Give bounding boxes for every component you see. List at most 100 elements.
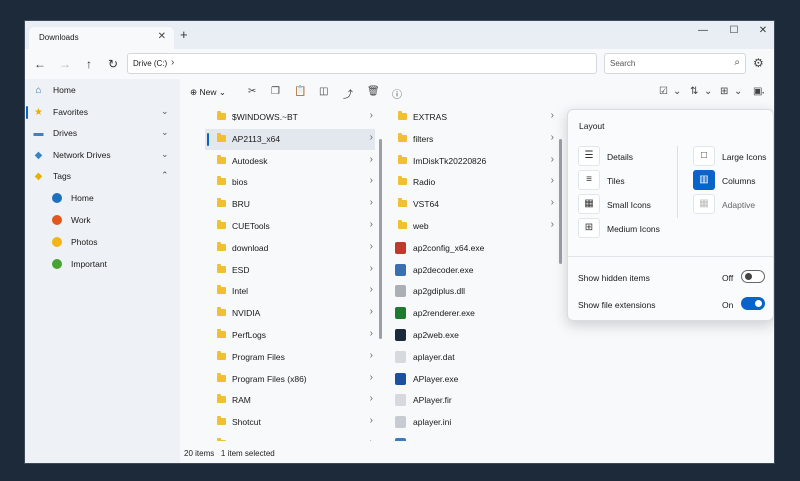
column-scrollbar[interactable] <box>379 139 382 339</box>
column-scrollbar[interactable] <box>559 139 562 264</box>
folder-row[interactable]: VST64 › <box>386 194 556 215</box>
chevron-right-icon: › <box>369 175 373 187</box>
up-button[interactable]: ↑ <box>82 57 96 71</box>
sidebar-item-tags[interactable]: ◆ Tags ⌃ <box>25 167 180 187</box>
layout-option-columns[interactable]: ▥ Columns <box>693 170 774 192</box>
tag-color-dot <box>52 259 62 269</box>
folder-row[interactable]: Intel › <box>205 281 375 302</box>
layout-icon[interactable]: ⊞ <box>720 86 728 97</box>
layout-option-label: Medium Icons <box>607 224 660 234</box>
layout-option-large-icons[interactable]: □ Large Icons <box>693 146 774 168</box>
copy-icon[interactable]: ❐ <box>271 86 280 97</box>
refresh-button[interactable]: ↻ <box>106 57 120 71</box>
file-row[interactable]: ap2renderer.exe <box>386 303 556 324</box>
tag-item-work[interactable]: Work <box>25 211 180 231</box>
folder-row[interactable]: Program Files › <box>205 347 375 368</box>
tag-item-important[interactable]: Important <box>25 255 180 275</box>
maximize-button[interactable]: ☐ <box>726 25 742 36</box>
layout-chevron-icon[interactable]: ⌄ <box>734 86 742 97</box>
folder-row[interactable]: ImDiskTk20220826 › <box>386 151 556 172</box>
layout-option-details[interactable]: ☰ Details <box>578 146 678 168</box>
sidebar-item-network-drives[interactable]: ◆ Network Drives ⌄ <box>25 146 180 166</box>
expand-chevron-icon[interactable]: ⌃ <box>161 170 169 181</box>
folder-row[interactable]: NVIDIA › <box>205 303 375 324</box>
new-button[interactable]: ⊕ New ⌄ <box>190 87 226 98</box>
sort-chevron-icon[interactable]: ⌄ <box>704 86 712 97</box>
settings-gear-icon[interactable]: ⚙ <box>753 56 764 70</box>
file-row[interactable]: aplayer.dat <box>386 347 556 368</box>
folder-row[interactable]: Autodesk › <box>205 151 375 172</box>
path-chevron-icon[interactable]: › <box>171 57 174 68</box>
file-row[interactable]: aplayer.x64 <box>386 434 556 441</box>
file-row[interactable]: ap2config_x64.exe <box>386 238 556 259</box>
expand-chevron-icon[interactable]: ⌄ <box>161 127 169 138</box>
share-icon[interactable]: ⤴ <box>343 86 353 101</box>
folder-row[interactable]: filters › <box>386 129 556 150</box>
folder-row[interactable]: RAM › <box>205 390 375 411</box>
folder-row[interactable]: Shotcut › <box>205 412 375 433</box>
more-options-icon[interactable]: ⋯ <box>754 86 765 99</box>
file-row[interactable]: ap2decoder.exe <box>386 260 556 281</box>
item-name: APlayer.fir <box>413 395 452 406</box>
folder-row[interactable]: EXTRAS › <box>386 107 556 128</box>
expand-chevron-icon[interactable]: ⌄ <box>161 106 169 117</box>
close-button[interactable]: ✕ <box>755 25 771 36</box>
show-hidden-items-toggle[interactable] <box>741 270 765 283</box>
folder-row[interactable]: Radio › <box>386 172 556 193</box>
folder-row[interactable]: AP2113_x64 › <box>205 128 375 150</box>
cut-icon[interactable]: ✂ <box>248 86 256 97</box>
tag-item-photos[interactable]: Photos <box>25 233 180 253</box>
sort-icon[interactable]: ⇅ <box>690 86 698 97</box>
show-file-extensions-toggle[interactable] <box>741 297 765 310</box>
select-mode-icon[interactable]: ☑ <box>659 86 668 97</box>
folder-row[interactable]: BRU › <box>205 194 375 215</box>
file-row[interactable]: ap2gdiplus.dll <box>386 281 556 302</box>
folder-icon <box>398 111 407 120</box>
folder-row[interactable]: $WINDOWS.~BT › <box>205 107 375 128</box>
address-path[interactable]: Drive (C:) <box>133 59 167 68</box>
search-icon[interactable]: ⌕ <box>734 57 740 68</box>
folder-row[interactable]: Program Files (x86) › <box>205 369 375 390</box>
tag-item-home[interactable]: Home <box>25 189 180 209</box>
folder-row[interactable]: PerfLogs › <box>205 325 375 346</box>
file-row[interactable]: ap2web.exe <box>386 325 556 346</box>
folder-icon <box>217 132 226 142</box>
sidebar-item-drives[interactable]: ▬ Drives ⌄ <box>25 124 180 144</box>
delete-icon[interactable]: 🗑 <box>367 86 380 97</box>
layout-option-medium-icons[interactable]: ⊞ Medium Icons <box>578 218 678 240</box>
properties-icon[interactable]: ⓘ <box>392 86 402 101</box>
layout-option-small-icons[interactable]: ▦ Small Icons <box>578 194 678 216</box>
paste-icon[interactable]: 📋 <box>294 86 306 97</box>
tiles-icon: ≡ <box>578 170 600 190</box>
file-row[interactable]: APlayer.fir <box>386 390 556 411</box>
search-placeholder[interactable]: Search <box>610 59 635 68</box>
layout-option-tiles[interactable]: ≡ Tiles <box>578 170 678 192</box>
select-mode-chevron-icon[interactable]: ⌄ <box>673 86 681 97</box>
rename-icon[interactable]: ◫ <box>319 86 328 97</box>
flyout-divider <box>677 146 678 218</box>
folder-row[interactable]: ESD › <box>205 260 375 281</box>
folder-row[interactable]: Telegram Desktop › <box>205 434 375 441</box>
forward-button[interactable]: → <box>58 57 72 71</box>
folder-row[interactable]: web › <box>386 216 556 237</box>
folder-row[interactable]: bios › <box>205 172 375 193</box>
back-button[interactable]: ← <box>33 57 47 71</box>
search-box[interactable]: Search ⌕ <box>604 53 746 74</box>
tab-downloads[interactable]: Downloads ✕ <box>29 27 174 49</box>
drive-icon: ▬ <box>33 128 44 139</box>
home-icon: ⌂ <box>35 85 42 96</box>
file-row[interactable]: aplayer.ini <box>386 412 556 433</box>
tab-close-icon[interactable]: ✕ <box>158 31 166 42</box>
folder-row[interactable]: CUETools › <box>205 216 375 237</box>
tag-label: Home <box>71 193 94 203</box>
expand-chevron-icon[interactable]: ⌄ <box>161 149 169 160</box>
folder-row[interactable]: download › <box>205 238 375 259</box>
sidebar-item-favorites[interactable]: ★ Favorites ⌄ <box>25 103 180 123</box>
address-bar[interactable]: Drive (C:) › <box>127 53 597 74</box>
show-file-extensions-row: Show file extensions On <box>578 295 768 315</box>
sidebar-item-home[interactable]: ⌂ Home <box>25 81 180 101</box>
add-tab-button[interactable]: + <box>180 27 188 42</box>
layout-option-adaptive[interactable]: ▦ Adaptive <box>693 194 774 216</box>
minimize-button[interactable]: — <box>695 25 711 36</box>
file-row[interactable]: APlayer.exe <box>386 369 556 390</box>
